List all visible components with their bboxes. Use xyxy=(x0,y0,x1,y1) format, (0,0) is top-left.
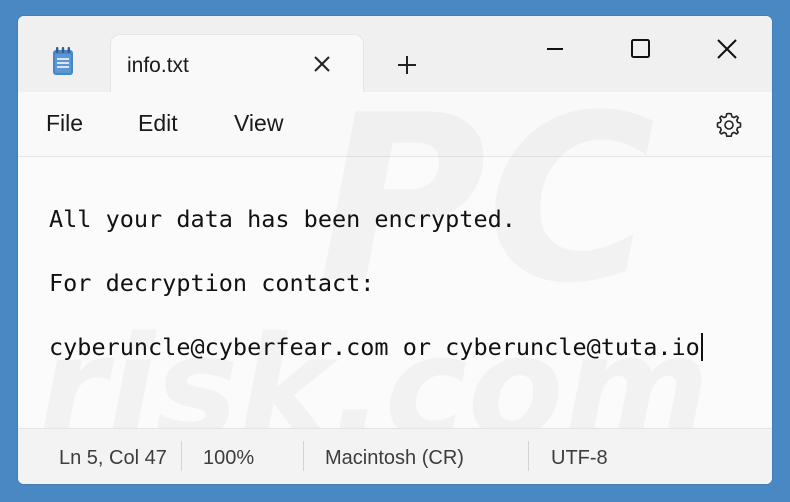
minimize-icon[interactable] xyxy=(540,34,570,64)
title-bar: info.txt xyxy=(18,16,772,92)
status-line-ending: Macintosh (CR) xyxy=(325,447,464,469)
notepad-window: info.txt File Edit View PC risk.com All … xyxy=(18,16,772,484)
tab-title: info.txt xyxy=(127,54,189,77)
close-window-icon[interactable] xyxy=(712,34,742,64)
menu-edit[interactable]: Edit xyxy=(138,110,178,137)
maximize-icon[interactable] xyxy=(625,34,655,64)
text-line-3: cyberuncle@cyberfear.com or cyberuncle@t… xyxy=(49,333,703,361)
text-line-2: For decryption contact: xyxy=(49,269,375,297)
status-divider xyxy=(528,441,529,471)
status-encoding: UTF-8 xyxy=(551,447,608,469)
settings-gear-icon[interactable] xyxy=(714,110,744,140)
menu-bar: File Edit View xyxy=(18,92,772,157)
status-zoom: 100% xyxy=(203,447,255,469)
text-line-3-content: cyberuncle@cyberfear.com or cyberuncle@t… xyxy=(49,333,700,361)
menu-view[interactable]: View xyxy=(234,110,283,137)
status-cursor-position: Ln 5, Col 47 xyxy=(59,447,167,469)
add-tab-icon[interactable] xyxy=(394,52,420,78)
text-editor[interactable]: PC risk.com All your data has been encry… xyxy=(18,67,772,470)
status-divider xyxy=(303,441,304,471)
close-tab-icon[interactable] xyxy=(309,51,335,77)
notepad-icon xyxy=(53,47,73,75)
status-bar: Ln 5, Col 47 100% Macintosh (CR) UTF-8 xyxy=(18,428,772,484)
status-divider xyxy=(181,441,182,471)
text-caret xyxy=(700,333,703,361)
menu-file[interactable]: File xyxy=(46,110,83,137)
text-line-1: All your data has been encrypted. xyxy=(49,205,516,233)
tab-info-txt[interactable]: info.txt xyxy=(110,34,364,92)
